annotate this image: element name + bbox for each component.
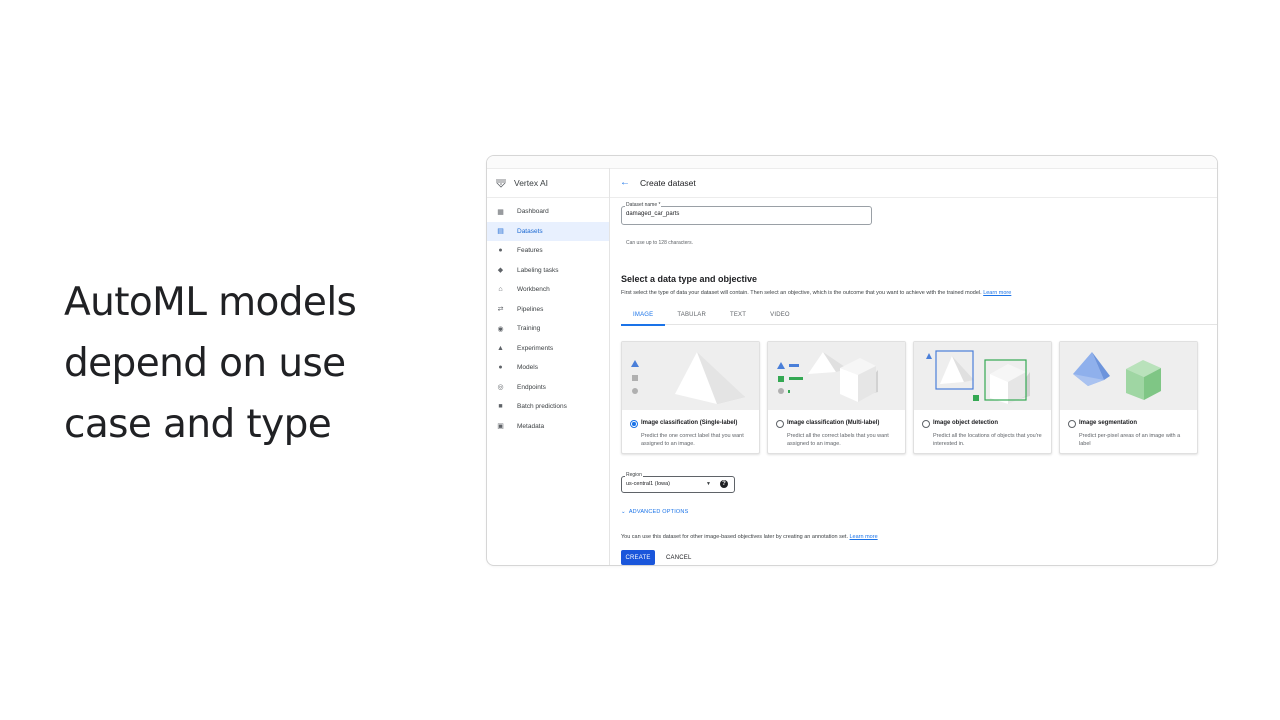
sidebar-item-datasets[interactable]: ▤ Datasets [487,221,609,241]
sidebar-item-label: Endpoints [517,383,546,391]
workbench-icon: ⌂ [498,286,503,294]
sidebar-item-features[interactable]: ● Features [487,241,609,261]
objective-card-single-label[interactable]: Image classification (Single-label) Pred… [621,341,760,454]
training-icon: ◉ [497,325,504,333]
objective-cards: Image classification (Single-label) Pred… [621,341,1198,454]
card-title: Image segmentation [1079,420,1138,426]
experiments-icon: ▲ [497,344,504,352]
sidebar-item-metadata[interactable]: ▣ Metadata [487,417,609,437]
datasets-icon: ▤ [497,228,504,236]
app-title: Vertex AI [514,177,549,188]
sidebar-item-label: Training [517,325,541,333]
card-description: Predict per-pixel areas of an image with… [1079,433,1181,447]
page-header: ← Create dataset [610,168,1217,198]
sidebar-item-label: Dashboard [517,208,549,216]
dataset-name-field[interactable]: Dataset name * [621,202,872,225]
sidebar-item-labeling-tasks[interactable]: ◆ Labeling tasks [487,261,609,281]
card-title: Image classification (Multi-label) [787,420,880,426]
note-learn-more-link[interactable]: Learn more [850,534,878,540]
sidebar-item-label: Models [517,364,538,372]
console-window: Vertex AI ▦ Dashboard ▤ Datasets ● Features… [486,155,1218,566]
card-description: Predict the one correct label that you w… [641,433,744,447]
dashboard-icon: ▦ [497,208,504,216]
object-detection-radio[interactable] [922,420,930,428]
sidebar-item-models[interactable]: ● Models [487,358,609,378]
single-label-illustration [622,342,759,410]
label-icon: ◆ [497,267,504,275]
annotation-note: You can use this dataset for other image… [621,534,878,540]
metadata-icon: ▣ [497,423,504,431]
sidebar-nav: ▦ Dashboard ▤ Datasets ● Features ◆ Labeling… [487,202,609,436]
objective-card-multi-label[interactable]: Image classification (Multi-label) Predi… [767,341,906,454]
region-value: us-central1 (Iowa) [626,481,671,487]
headline-line: depend on use [64,341,346,386]
arrow-back-icon[interactable]: ← [620,177,630,188]
segmentation-illustration [1060,342,1197,410]
create-button[interactable]: CREATE [621,550,655,565]
tab-text[interactable]: TEXT [718,307,758,324]
sidebar-item-dashboard[interactable]: ▦ Dashboard [487,202,609,222]
app-brand[interactable]: Vertex AI [487,168,609,198]
chevron-down-icon: ⌄ [621,509,626,515]
dropdown-arrow-icon: ▼ [706,481,711,487]
objective-card-segmentation[interactable]: Image segmentation Predict per-pixel are… [1059,341,1198,454]
card-title: Image classification (Single-label) [641,420,738,426]
sidebar-item-label: Batch predictions [517,403,567,411]
batch-icon: ■ [498,403,503,411]
models-icon: ● [498,364,503,372]
features-icon: ● [498,247,503,255]
dataset-name-input[interactable] [626,211,856,217]
object-detection-illustration [914,342,1051,410]
headline-line: case and type [64,402,332,447]
sidebar-item-experiments[interactable]: ▲ Experiments [487,339,609,359]
objective-card-object-detection[interactable]: Image object detection Predict all the l… [913,341,1052,454]
section-title: Select a data type and objective [621,274,758,284]
data-type-tabs: IMAGE TABULAR TEXT VIDEO [621,307,1217,326]
sidebar-item-pipelines[interactable]: ⇄ Pipelines [487,300,609,320]
endpoints-icon: ◎ [497,384,504,392]
segmentation-radio[interactable] [1068,420,1076,428]
card-title: Image object detection [933,420,999,426]
dataset-name-hint: Can use up to 128 characters. [626,240,693,246]
learn-more-link[interactable]: Learn more [983,290,1011,296]
section-description-text: First select the type of data your datas… [621,290,982,296]
cancel-button[interactable]: CANCEL [662,550,696,565]
vertex-logo-icon [496,178,506,188]
annotation-note-text: You can use this dataset for other image… [621,534,848,540]
multi-label-radio[interactable] [776,420,784,428]
tab-tabular[interactable]: TABULAR [665,307,718,324]
sidebar-item-workbench[interactable]: ⌂ Workbench [487,280,609,300]
sidebar: Vertex AI ▦ Dashboard ▤ Datasets ● Features… [487,168,610,565]
single-label-radio[interactable] [630,420,638,428]
sidebar-item-training[interactable]: ◉ Training [487,319,609,339]
main-content: ← Create dataset Dataset name * Can use … [610,168,1217,565]
card-description: Predict all the locations of objects tha… [933,433,1042,447]
headline-line: AutoML models [64,280,357,325]
multi-label-illustration [768,342,905,410]
sidebar-item-label: Features [517,247,543,255]
section-description: First select the type of data your datas… [621,290,1011,296]
sidebar-item-label: Labeling tasks [517,266,559,274]
tab-image[interactable]: IMAGE [621,307,666,326]
advanced-options-label: ADVANCED OPTIONS [628,509,689,515]
region-select[interactable]: Region us-central1 (Iowa) ▼ ? [621,472,735,493]
advanced-options-toggle[interactable]: ⌄ ADVANCED OPTIONS [621,509,688,515]
region-label: Region [625,472,643,478]
sidebar-item-endpoints[interactable]: ◎ Endpoints [487,378,609,398]
sidebar-item-label: Datasets [517,227,543,235]
pipelines-icon: ⇄ [497,306,504,314]
sidebar-item-label: Pipelines [517,305,544,313]
sidebar-item-label: Workbench [517,286,550,294]
sidebar-item-label: Metadata [517,422,545,430]
slide-headline: AutoML models depend on use case and typ… [64,272,444,455]
sidebar-item-batch-predictions[interactable]: ■ Batch predictions [487,397,609,417]
page-title: Create dataset [640,177,696,188]
help-icon[interactable]: ? [720,480,728,488]
card-description: Predict all the correct labels that you … [787,433,889,447]
sidebar-item-label: Experiments [517,344,554,352]
dataset-name-label: Dataset name * [625,202,662,208]
tab-video[interactable]: VIDEO [758,307,802,324]
